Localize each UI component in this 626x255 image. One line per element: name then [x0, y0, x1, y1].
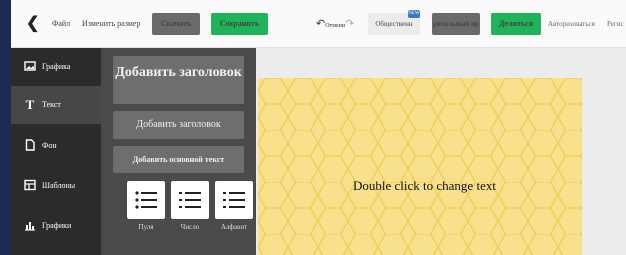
redo-icon[interactable]: ↷	[345, 18, 354, 30]
alpha-list-label: Алфавит	[220, 223, 248, 231]
undo-redo[interactable]: ↶Отмени↷	[316, 13, 358, 35]
rail-label-graphics: Графика	[42, 62, 71, 71]
number-list-icon	[179, 192, 201, 208]
rail-item-templates[interactable]: Шаблоны	[11, 167, 101, 205]
alpha-list-icon	[223, 192, 245, 208]
login-link[interactable]: Авторизоваться	[548, 13, 595, 35]
rail-label-background: Фон	[42, 141, 57, 150]
design-canvas[interactable]: Double click to change text	[258, 78, 582, 255]
rail-label-text: Текст	[42, 100, 61, 109]
bullet-list-label: Пуля	[138, 223, 154, 231]
add-body-text-button[interactable]: Добавить основной текст	[113, 146, 244, 173]
text-panel: Добавить заголовок Добавить заголовок До…	[101, 48, 256, 255]
document-icon	[23, 139, 37, 153]
back-arrow-icon[interactable]: ❮	[26, 14, 40, 34]
top-toolbar: ❮ Файл Изменить размер Скачать Сохранить…	[11, 0, 626, 48]
template-icon	[23, 179, 37, 193]
rail-item-graphics[interactable]: Графика	[11, 48, 101, 86]
number-list-button[interactable]	[171, 181, 209, 219]
number-list-label: Число	[180, 223, 200, 231]
rail-item-text[interactable]: T Текст	[11, 86, 101, 124]
app-window: ❮ Файл Изменить размер Скачать Сохранить…	[11, 0, 626, 255]
undo-icon[interactable]: ↶	[316, 18, 325, 30]
add-heading-button[interactable]: Добавить заголовок	[113, 111, 244, 139]
honeycomb-pattern	[258, 78, 582, 255]
rail-item-charts[interactable]: Графики	[11, 207, 101, 245]
menu-file[interactable]: Файл	[52, 13, 70, 35]
add-heading-large-button[interactable]: Добавить заголовок	[113, 56, 244, 104]
work-area: Double click to change text	[256, 48, 626, 255]
text-icon: T	[25, 97, 35, 112]
canvas-text-placeholder[interactable]: Double click to change text	[353, 179, 503, 192]
rail-label-charts: Графики	[42, 221, 72, 230]
rail-label-templates: Шаблоны	[42, 181, 76, 190]
bullet-list-icon	[135, 191, 157, 209]
print-button[interactable]: ритальный пр	[432, 13, 480, 35]
new-badge: NEW	[408, 10, 420, 18]
tool-rail: Графика T Текст Фон Шаблоны Графики	[11, 48, 101, 255]
image-icon	[23, 60, 37, 74]
save-button[interactable]: Сохранить	[211, 13, 268, 35]
download-button[interactable]: Скачать	[152, 13, 200, 35]
register-link[interactable]: Регис	[607, 13, 624, 35]
alpha-list-button[interactable]	[215, 181, 253, 219]
share-button[interactable]: Делиться	[491, 13, 541, 35]
menu-resize[interactable]: Изменить размер	[82, 13, 140, 35]
undo-label: Отмени	[325, 23, 346, 29]
rail-item-background[interactable]: Фон	[11, 127, 101, 165]
bullet-list-button[interactable]	[127, 181, 165, 219]
chart-icon	[23, 219, 37, 233]
